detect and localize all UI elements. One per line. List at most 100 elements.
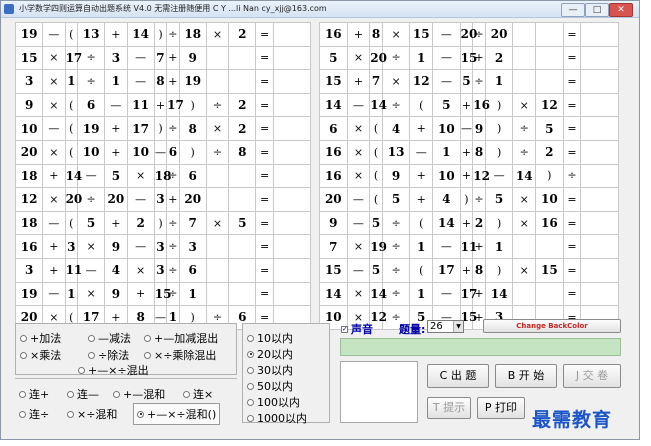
change-backcolor-button[interactable]: Change BackColor: [483, 319, 621, 333]
sound-checkbox[interactable]: ✓ 声音: [341, 321, 373, 337]
answer-input[interactable]: [580, 92, 619, 118]
radio-range-100[interactable]: 100以内: [247, 394, 300, 410]
answer-input[interactable]: [272, 234, 312, 259]
answer-input[interactable]: [580, 234, 619, 259]
number-cell: 5: [432, 92, 461, 118]
number-cell: 20: [319, 187, 348, 212]
equals-sign: =: [255, 69, 274, 94]
count-select[interactable]: 26 ▼: [427, 320, 464, 333]
number-cell: 8: [369, 22, 383, 47]
radio-range-50[interactable]: 50以内: [247, 378, 293, 394]
answer-input[interactable]: [272, 45, 312, 71]
number-cell: [205, 45, 230, 71]
radio-chain-mul-div[interactable]: ×÷混和: [67, 406, 117, 422]
operator-cell: ×: [512, 210, 537, 236]
radio-range-1000[interactable]: 1000以内: [247, 410, 307, 426]
number-cell: 15: [459, 45, 477, 71]
problem-row: 16 +3 × 9—3 ÷ 3 =: [14, 234, 312, 259]
number-cell: 14: [64, 163, 82, 189]
radio-chain-div-label: 连÷: [29, 408, 50, 421]
radio-circle: [19, 390, 26, 398]
radio-range-100-label: 100以内: [257, 396, 300, 409]
radio-add[interactable]: +加法: [20, 330, 61, 346]
answer-input[interactable]: [272, 257, 312, 283]
radio-circle: [88, 334, 95, 342]
radio-all[interactable]: +—×÷混出: [78, 362, 149, 378]
minimize-button[interactable]: —: [561, 3, 585, 17]
number-cell: 1: [104, 69, 128, 94]
answer-input[interactable]: [580, 187, 619, 212]
left-problem-grid: 19—(13 +14) ÷ 18 × 2 = 15 × 17 ÷ 3—7 +9 = 3 × 1 ÷ 1—8 +19 = 9…: [14, 22, 312, 330]
title-bar[interactable]: 小学数学四则运算自动出题系统 V4.0 无需注册随便用 C Y ...li Na…: [1, 1, 639, 18]
answer-input[interactable]: [580, 210, 619, 236]
answer-input[interactable]: [272, 22, 312, 47]
radio-chain-all[interactable]: +—×÷混和(): [133, 403, 221, 425]
radio-chain-add[interactable]: 连+: [19, 386, 49, 402]
maximize-button[interactable]: □: [585, 3, 609, 17]
number-cell: 10: [76, 139, 106, 165]
number-cell: 5: [484, 187, 514, 212]
answer-input[interactable]: [272, 281, 312, 307]
number-cell: [535, 281, 564, 307]
generate-button[interactable]: C 出 题: [427, 364, 489, 388]
radio-chain-div[interactable]: 连÷: [19, 406, 49, 422]
radio-chain-mul[interactable]: 连×: [183, 386, 213, 402]
number-cell: 11: [126, 92, 155, 118]
answer-input[interactable]: [580, 281, 619, 307]
number-cell: 19: [369, 234, 387, 259]
number-cell: 19: [178, 69, 207, 94]
number-cell: 15: [14, 45, 44, 71]
answer-input[interactable]: [580, 22, 619, 47]
answer-input[interactable]: [580, 69, 619, 94]
answer-input[interactable]: [580, 257, 619, 283]
number-cell: 17: [432, 257, 461, 283]
answer-input[interactable]: [580, 163, 619, 189]
operator-cell: +: [346, 22, 371, 47]
number-cell: 5: [228, 210, 257, 236]
problem-row: 9—5 ÷(14 +2) × 16 =: [319, 210, 619, 236]
answer-input[interactable]: [272, 69, 312, 94]
operator-cell: ÷: [205, 139, 230, 165]
number-cell: 7: [369, 69, 383, 94]
radio-chain-sub[interactable]: 连—: [67, 386, 99, 402]
answer-input[interactable]: [272, 139, 312, 165]
number-cell: 12: [472, 163, 490, 189]
answer-input[interactable]: [580, 45, 619, 71]
radio-chain-add-sub[interactable]: +—混和: [113, 386, 165, 402]
equals-sign: =: [562, 281, 582, 307]
submit-button[interactable]: J 交 卷: [563, 364, 621, 388]
hint-button[interactable]: T 提示: [427, 397, 471, 419]
number-cell: 10: [432, 163, 461, 189]
answer-input[interactable]: [272, 163, 312, 189]
operation-panel: +加法 —减法 +—加减混出 ×乘法 ÷除法 ×÷乘除混出 +—×÷混出: [15, 323, 237, 378]
radio-range-30[interactable]: 30以内: [247, 362, 293, 378]
operator-cell: ×: [42, 139, 66, 165]
operator-cell: —: [126, 187, 155, 212]
radio-range-20[interactable]: 20以内: [247, 346, 293, 362]
radio-sub[interactable]: —减法: [88, 330, 131, 346]
problem-row: 15—5 ÷(17 +8) × 15 =: [319, 257, 619, 283]
radio-mul[interactable]: ×乘法: [20, 347, 61, 363]
operator-cell: —: [126, 69, 155, 94]
radio-mul-div[interactable]: ×÷乘除混出: [144, 347, 216, 363]
answer-input[interactable]: [580, 116, 619, 141]
operator-cell: —: [346, 257, 371, 283]
operator-cell: (: [369, 187, 383, 212]
operator-cell: ×: [76, 234, 106, 259]
answer-input[interactable]: [580, 139, 619, 165]
print-button[interactable]: P 打印: [477, 397, 525, 419]
radio-div[interactable]: ÷除法: [88, 347, 129, 363]
radio-range-10[interactable]: 10以内: [247, 330, 293, 346]
radio-add-sub[interactable]: +—加减混出: [144, 330, 218, 346]
answer-input[interactable]: [272, 187, 312, 212]
operator-cell: +: [459, 163, 474, 189]
start-button[interactable]: B 开 始: [495, 364, 557, 388]
number-cell: 15: [409, 22, 434, 47]
number-cell: 15: [153, 281, 171, 307]
answer-input[interactable]: [272, 210, 312, 236]
radio-chain-add-sub-label: +—混和: [123, 388, 166, 401]
close-button[interactable]: ✕: [609, 3, 633, 17]
answer-input[interactable]: [272, 116, 312, 141]
answer-input[interactable]: [272, 92, 312, 118]
number-cell: 6: [319, 116, 348, 141]
